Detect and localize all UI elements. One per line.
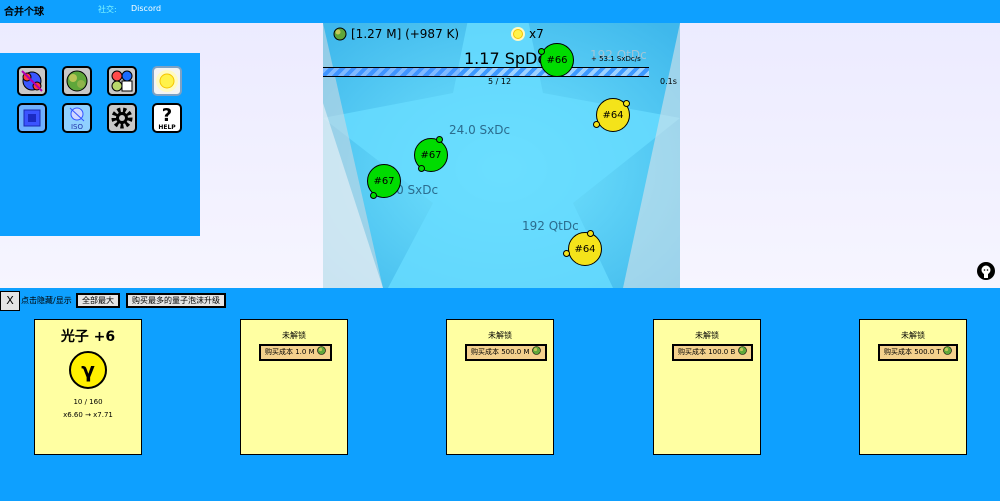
ball-64-top-dot-b <box>593 121 600 128</box>
top-bar: 合并个球 社交: Discord <box>0 0 1000 23</box>
help-button[interactable]: ? HELP <box>152 103 182 133</box>
card-effect: x6.60 → x7.71 <box>63 411 113 419</box>
cost-text: 购买成本 500.0 T <box>884 348 941 356</box>
main-value: 1.17 SpDc <box>464 49 547 68</box>
help-icon: ? HELP <box>158 105 176 131</box>
value-label-c: 192 QtDc <box>522 219 579 233</box>
ball-64-bottom-dot-b <box>563 250 570 257</box>
card-status: 未解锁 <box>282 331 306 340</box>
help-label: HELP <box>158 124 176 131</box>
iso-icon: ISO <box>69 107 85 131</box>
ball-67-a-dot-b <box>418 165 425 172</box>
game-title: 合并个球 <box>4 7 44 18</box>
locked-card-2: 未解锁 购买成本 500.0 M <box>446 319 554 455</box>
rate-text: + 53.1 SxDc/s <box>591 55 641 63</box>
social-label: 社交: <box>98 5 117 14</box>
chip-button[interactable] <box>17 103 47 133</box>
currency-icon <box>943 346 952 355</box>
menu-panel: ISO ? HELP <box>0 53 200 236</box>
ball-67-b-label: #67 <box>373 175 395 187</box>
cost-text: 购买成本 1.0 M <box>265 348 315 356</box>
svg-text:?: ? <box>162 105 172 126</box>
ball-64-bottom-label: #64 <box>574 243 596 255</box>
ball-64-bottom[interactable]: #64 <box>568 232 602 266</box>
buy-cost-button[interactable]: 购买成本 500.0 M <box>465 344 547 361</box>
buy-cost-button[interactable]: 购买成本 100.0 B <box>672 344 753 361</box>
card-level: 10 / 160 <box>73 398 103 406</box>
sun-icon <box>156 70 178 92</box>
photon-symbol: γ <box>69 351 107 389</box>
progress-bar <box>323 67 649 77</box>
ball-67-a-dot-a <box>436 136 443 143</box>
currency-icon <box>333 27 347 41</box>
close-button[interactable]: X <box>0 291 20 311</box>
ball-64-top-dot-a <box>623 100 630 107</box>
maximize-all-button[interactable]: 全部最大 <box>76 293 120 308</box>
gear-icon <box>111 107 133 129</box>
toggle-hint[interactable]: 点击隐藏/显示 <box>21 295 72 306</box>
buy-cost-button[interactable]: 购买成本 500.0 T <box>878 344 958 361</box>
shop-button[interactable] <box>107 66 137 96</box>
sun-button[interactable] <box>152 66 182 96</box>
github-icon <box>978 263 994 279</box>
progress-fill <box>323 68 460 76</box>
planet-upgrade-icon <box>66 70 88 92</box>
chip-icon <box>23 109 41 127</box>
progress-text: 5 / 12 <box>488 77 512 86</box>
card-status: 未解锁 <box>901 331 925 340</box>
cost-text: 购买成本 500.0 M <box>471 348 530 356</box>
discord-link[interactable]: Discord <box>131 4 161 13</box>
timer-text: 0.1s <box>660 77 677 86</box>
shop-icon <box>111 70 133 92</box>
card-status: 未解锁 <box>695 331 719 340</box>
iso-button[interactable]: ISO <box>62 103 92 133</box>
github-button[interactable] <box>977 262 995 280</box>
settings-button[interactable] <box>107 103 137 133</box>
game-canvas[interactable]: [1.27 M] (+987 K) x7 1.17 SpDc 192 QtDc … <box>323 23 680 288</box>
merge-balls-button[interactable] <box>17 66 47 96</box>
currency-text: [1.27 M] (+987 K) <box>351 27 460 41</box>
sun-multiplier-icon <box>511 27 525 41</box>
currency-icon <box>317 346 326 355</box>
upgrade-panel: X 点击隐藏/显示 全部最大 购买最多的量子泡沫升级 光子 +6 γ 10 / … <box>0 288 1000 501</box>
planet-upgrade-button[interactable] <box>62 66 92 96</box>
ball-66-dot <box>538 48 545 55</box>
card-status: 未解锁 <box>488 331 512 340</box>
buy-most-button[interactable]: 购买最多的量子泡沫升级 <box>126 293 226 308</box>
ball-67-a-label: #67 <box>420 149 442 161</box>
locked-card-3: 未解锁 购买成本 100.0 B <box>653 319 761 455</box>
currency-icon <box>531 346 541 355</box>
ball-64-bottom-dot-a <box>587 230 594 237</box>
buy-cost-button[interactable]: 购买成本 1.0 M <box>259 344 332 361</box>
iso-label: ISO <box>71 123 84 131</box>
ball-64-top-label: #64 <box>602 109 624 121</box>
photon-card[interactable]: 光子 +6 γ 10 / 160 x6.60 → x7.71 <box>34 319 142 455</box>
merge-balls-icon <box>21 70 43 92</box>
locked-card-4: 未解锁 购买成本 500.0 T <box>859 319 967 455</box>
value-label-a: 24.0 SxDc <box>449 123 511 137</box>
currency-icon <box>737 346 747 355</box>
ball-66[interactable]: #66 <box>540 43 574 77</box>
cost-text: 购买成本 100.0 B <box>678 348 736 356</box>
ball-67-b-dot <box>370 192 377 199</box>
multiplier-text: x7 <box>529 27 544 41</box>
locked-card-1: 未解锁 购买成本 1.0 M <box>240 319 348 455</box>
card-title: 光子 +6 <box>60 329 116 345</box>
ball-66-label: #66 <box>546 54 568 66</box>
